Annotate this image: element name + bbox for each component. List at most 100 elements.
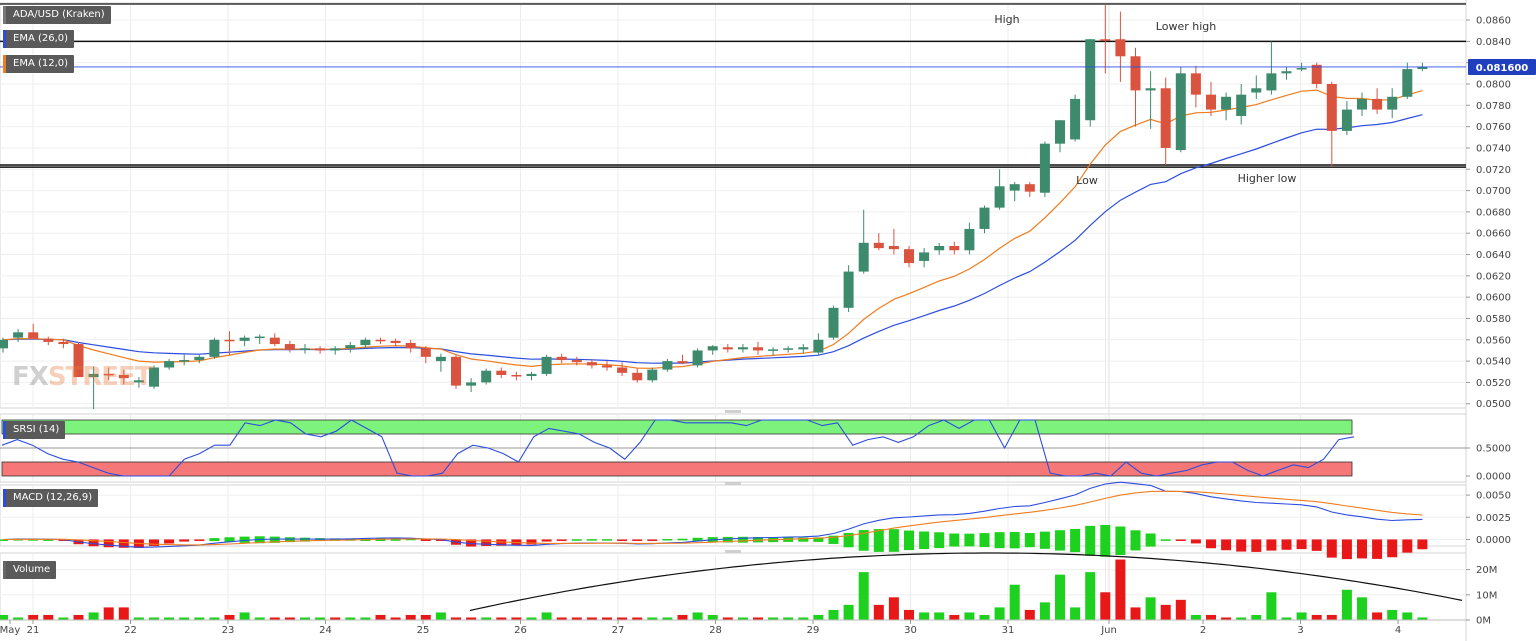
macd-histogram-bar — [1206, 539, 1216, 549]
macd-histogram-bar — [1311, 539, 1322, 551]
macd-histogram-bar — [1387, 539, 1398, 558]
macd-histogram-bar — [1221, 539, 1232, 551]
volume-bar — [873, 604, 884, 620]
ema-long-text: EMA (26,0) — [13, 33, 69, 44]
macd-axis-label: 0.0025 — [1476, 513, 1511, 524]
volume-label[interactable]: Volume — [3, 561, 57, 579]
volume-bar — [994, 607, 1005, 620]
x-axis-label: 31 — [1002, 625, 1015, 636]
candle-body — [1055, 120, 1065, 144]
candle-body — [1009, 184, 1020, 191]
srsi-label[interactable]: SRSI (14) — [3, 421, 66, 439]
candle-body — [58, 341, 69, 345]
candle-body — [662, 361, 673, 370]
macd-histogram-bar — [647, 539, 658, 541]
srsi-axis-label: 0.5000 — [1476, 444, 1511, 455]
candle-body — [209, 339, 220, 357]
price-axis-label: 0.0800 — [1476, 80, 1511, 91]
candle-body — [1357, 98, 1367, 110]
candle-body — [828, 307, 839, 338]
candle-body — [843, 271, 854, 308]
candle-body — [239, 337, 250, 341]
macd-histogram-bar — [1281, 539, 1292, 550]
price-axis-label: 0.0680 — [1476, 207, 1511, 218]
candle-body — [1130, 56, 1141, 91]
candle-body — [1221, 96, 1232, 110]
volume-bar — [1039, 602, 1050, 620]
chart-canvas: 0.08600.08400.08200.08000.07800.07600.07… — [0, 0, 1536, 641]
candle-body — [1039, 143, 1050, 193]
candle-body — [722, 347, 733, 350]
candle-body — [1281, 71, 1292, 74]
macd-histogram-bar — [1417, 539, 1428, 550]
volume-panel-frame — [0, 552, 1467, 621]
price-axis-label: 0.0740 — [1476, 143, 1511, 154]
candle-body — [737, 347, 748, 350]
macd-histogram-bar — [194, 539, 205, 541]
x-axis-label: 22 — [124, 625, 137, 636]
candle-body — [541, 356, 552, 374]
candle-body — [1115, 39, 1126, 57]
volume-bar — [979, 614, 990, 620]
volume-bar — [1115, 559, 1126, 620]
macd-histogram-bar — [1266, 539, 1277, 551]
volume-bar — [405, 614, 416, 620]
candle-body — [300, 348, 310, 350]
candle-body — [1387, 96, 1398, 110]
volume-bar — [828, 609, 839, 620]
price-axis-label: 0.0720 — [1476, 165, 1511, 176]
volume-bar — [904, 609, 914, 620]
price-axis-label: 0.0840 — [1476, 37, 1511, 48]
price-axis-label: 0.0600 — [1476, 293, 1511, 304]
chart-root: 0.08600.08400.08200.08000.07800.07600.07… — [0, 0, 1536, 641]
candle-body — [888, 246, 899, 250]
macd-histogram-bar — [164, 539, 175, 544]
volume-bar — [1160, 604, 1171, 620]
macd-histogram-bar — [1039, 531, 1050, 549]
volume-bar — [1085, 572, 1096, 620]
ema-long-label[interactable]: EMA (26,0) — [3, 30, 75, 48]
macd-histogram-bar — [949, 533, 960, 547]
candle-body — [934, 246, 945, 251]
candle-body — [405, 342, 416, 349]
macd-label[interactable]: MACD (12,26,9) — [3, 489, 99, 507]
volume-bar — [888, 597, 899, 620]
panel-splitter-handle-1 — [725, 482, 741, 485]
ema-short-label[interactable]: EMA (12,0) — [3, 55, 75, 73]
candle-body — [511, 374, 522, 377]
annotation-high: High — [994, 13, 1019, 26]
candle-body — [994, 186, 1005, 208]
price-axis-label: 0.0640 — [1476, 250, 1511, 261]
candle-body — [224, 339, 235, 342]
macd-histogram-bar — [1341, 539, 1352, 560]
srsi-oversold-zone — [1, 461, 1353, 477]
macd-axis-label: 0.0000 — [1476, 535, 1511, 546]
candle-body — [466, 382, 477, 386]
panel-splitter-handle-0 — [725, 410, 741, 413]
srsi-text: SRSI (14) — [13, 424, 60, 435]
candle-body — [783, 348, 794, 350]
price-axis-label: 0.0780 — [1476, 101, 1511, 112]
candle-body — [1311, 64, 1322, 84]
candle-body — [164, 361, 175, 368]
candle-body — [315, 348, 326, 351]
volume-bar — [858, 572, 869, 620]
volume-bar — [541, 612, 552, 620]
candle-body — [360, 339, 371, 346]
macd-histogram-bar — [1100, 525, 1111, 557]
volume-bar — [707, 614, 718, 620]
candle-body — [28, 332, 39, 339]
price-axis-label: 0.0520 — [1476, 378, 1511, 389]
candle-body — [873, 242, 884, 249]
volume-bar — [1206, 614, 1216, 620]
price-axis-label: 0.0660 — [1476, 229, 1511, 240]
macd-histogram-bar — [481, 539, 492, 546]
symbol-label[interactable]: ADA/USD (Kraken) — [3, 6, 111, 24]
volume-bar — [677, 614, 688, 620]
volume-bar — [1190, 614, 1201, 620]
candle-body — [330, 348, 341, 351]
x-axis-label: 26 — [514, 625, 527, 636]
volume-bar — [239, 612, 250, 620]
x-axis-label: 28 — [709, 625, 722, 636]
price-axis-label: 0.0540 — [1476, 357, 1511, 368]
